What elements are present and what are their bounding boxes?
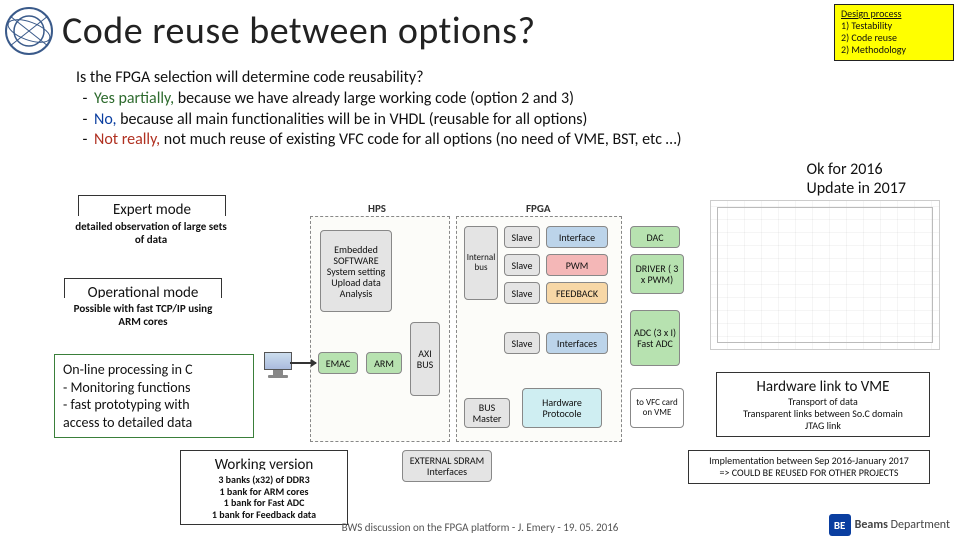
to-vfc-block: to VFC card on VME: [630, 388, 684, 428]
design-process-box: Design process 1) Testability 2) Code re…: [834, 4, 954, 61]
expert-mode-caption: detailed observation of large sets of da…: [64, 216, 238, 250]
answer-yes: Yes partially,: [94, 89, 174, 108]
emac-block: EMAC: [318, 352, 358, 374]
axi-bus-block: AXI BUS: [410, 322, 440, 396]
answer-not-really: Not really,: [94, 130, 160, 149]
fpga-label: FPGA: [526, 202, 551, 215]
internal-bus-block: Internal bus: [464, 226, 498, 300]
hps-label: HPS: [368, 202, 386, 215]
slave-block: Slave: [504, 332, 540, 354]
beams-department-badge: BE Beams Department: [829, 514, 950, 536]
block-diagram: HPS FPGA Embedded SOFTWARE System settin…: [290, 202, 690, 482]
driver-block: DRIVER ( 3 x PWM): [630, 254, 684, 294]
cern-logo-icon: [4, 6, 54, 56]
be-badge-icon: BE: [829, 514, 851, 536]
slave-block: Slave: [504, 226, 540, 248]
embedded-sw-block: Embedded SOFTWARE System setting Upload …: [320, 230, 392, 312]
link-arrow: [290, 362, 316, 364]
interfaces-block: Interfaces: [546, 332, 608, 354]
hardware-vme-details: Transport of data Transparent links betw…: [716, 392, 930, 437]
body-text: Is the FPGA selection will determine cod…: [76, 68, 681, 151]
interface-block: Interface: [546, 226, 608, 248]
ok-2016-note: Ok for 2016 Update in 2017: [807, 160, 907, 198]
answer-no: No,: [94, 110, 116, 129]
implementation-note-box: Implementation between Sep 2016-January …: [688, 450, 930, 484]
design-process-line: 2) Methodology: [841, 44, 947, 56]
bus-master-block: BUS Master: [464, 398, 510, 428]
arm-block: ARM: [366, 352, 402, 374]
footer-text: BWS discussion on the FPGA platform - J.…: [0, 521, 960, 534]
external-sdram-block: EXTERNAL SDRAM Interfaces: [402, 450, 492, 482]
hw-protocole-block: Hardware Protocole: [522, 388, 602, 428]
question-line: Is the FPGA selection will determine cod…: [76, 68, 681, 89]
analog-schematic-figure: [710, 200, 940, 350]
adc-block: ADC (3 x I) Fast ADC: [630, 310, 680, 366]
slave-block: Slave: [504, 282, 540, 304]
feedback-block: FEEDBACK: [546, 282, 608, 304]
slave-block: Slave: [504, 254, 540, 276]
pc-icon: [260, 352, 296, 382]
dac-block: DAC: [630, 226, 680, 248]
slide-title: Code reuse between options?: [62, 8, 536, 54]
online-processing-box: On-line processing in C - Monitoring fun…: [54, 354, 254, 438]
operational-mode-caption: Possible with fast TCP/IP using ARM core…: [64, 298, 222, 332]
pwm-block: PWM: [546, 254, 608, 276]
